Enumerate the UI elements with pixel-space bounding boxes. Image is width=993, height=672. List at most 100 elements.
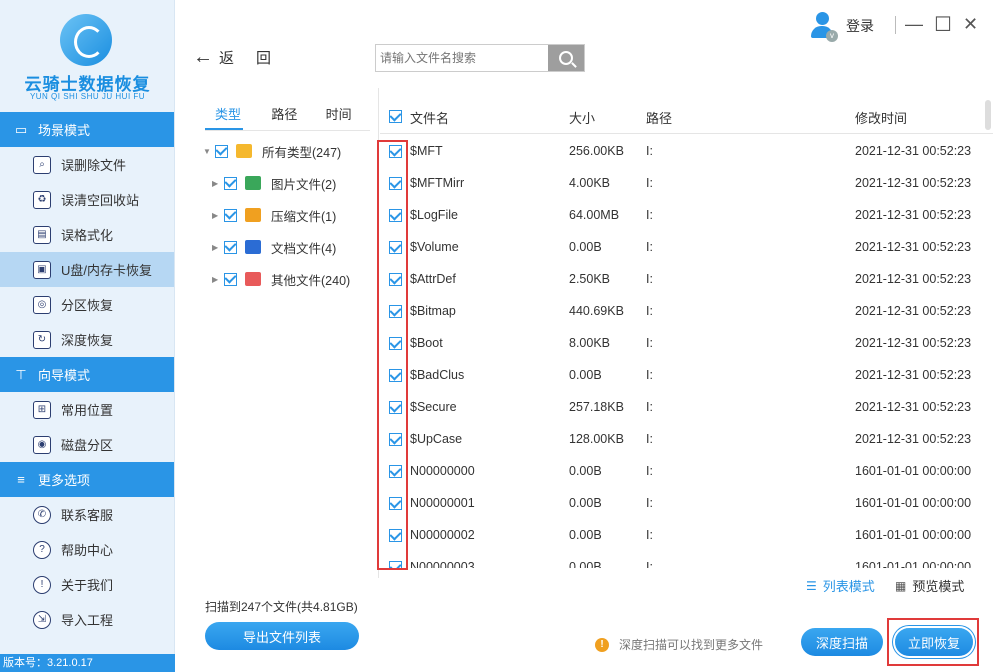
caret-down-icon[interactable]: ▼ xyxy=(203,147,215,156)
file-size: 0.00B xyxy=(569,560,602,568)
sidebar-item-2-2[interactable]: ! 关于我们 xyxy=(0,567,174,602)
deep-scan-tip: ! 深度扫描可以找到更多文件 xyxy=(595,636,763,653)
file-path: I: xyxy=(646,304,653,318)
caret-right-icon[interactable]: ▶ xyxy=(212,243,224,252)
list-icon: ☰ xyxy=(806,578,817,593)
caret-right-icon[interactable]: ▶ xyxy=(212,211,224,220)
deep-scan-button[interactable]: 深度扫描 xyxy=(801,628,883,656)
table-row[interactable]: $Volume 0.00B I: 2021-12-31 00:52:23 xyxy=(380,232,993,264)
col-size[interactable]: 大小 xyxy=(569,108,595,127)
tree-item[interactable]: ▶ 其他文件(240) xyxy=(212,269,350,289)
knight-logo-icon xyxy=(60,14,112,66)
col-mtime[interactable]: 修改时间 xyxy=(855,108,907,127)
table-row[interactable]: $UpCase 128.00KB I: 2021-12-31 00:52:23 xyxy=(380,424,993,456)
tab-type[interactable]: 类型 xyxy=(205,100,244,130)
select-all-checkbox[interactable] xyxy=(389,110,402,123)
back-button[interactable]: ← 返 回 xyxy=(193,46,271,69)
login-button[interactable]: v 登录 xyxy=(810,12,874,42)
file-table-body: $MFT 256.00KB I: 2021-12-31 00:52:23 $MFTMir… xyxy=(380,136,993,568)
sidebar-item-label: 联系客服 xyxy=(61,508,114,523)
scan-summary: 扫描到247个文件(共4.81GB) xyxy=(205,600,358,614)
table-row[interactable]: $AttrDef 2.50KB I: 2021-12-31 00:52:23 xyxy=(380,264,993,296)
version-label: 版本号：3.21.0.17 xyxy=(0,654,175,672)
file-path: I: xyxy=(646,528,653,542)
tree-item[interactable]: ▶ 压缩文件(1) xyxy=(212,205,336,225)
file-path: I: xyxy=(646,464,653,478)
sidebar-item-0-2[interactable]: ▤ 误格式化 xyxy=(0,217,174,252)
tip-text: 深度扫描可以找到更多文件 xyxy=(619,638,764,652)
sidebar-item-0-1[interactable]: ♻ 误清空回收站 xyxy=(0,182,174,217)
tree-checkbox[interactable] xyxy=(224,240,237,254)
tab-path[interactable]: 路径 xyxy=(261,100,315,130)
caret-right-icon[interactable]: ▶ xyxy=(212,275,224,284)
table-row[interactable]: $MFT 256.00KB I: 2021-12-31 00:52:23 xyxy=(380,136,993,168)
sidebar-item-1-1[interactable]: ◉ 磁盘分区 xyxy=(0,427,174,462)
tree-item[interactable]: ▼ 所有类型(247) xyxy=(203,141,341,161)
table-row[interactable]: $LogFile 64.00MB I: 2021-12-31 00:52:23 xyxy=(380,200,993,232)
sidebar-item-2-1[interactable]: ? 帮助中心 xyxy=(0,532,174,567)
table-row[interactable]: $Bitmap 440.69KB I: 2021-12-31 00:52:23 xyxy=(380,296,993,328)
col-path[interactable]: 路径 xyxy=(646,108,672,127)
recover-now-button[interactable]: 立即恢复 xyxy=(895,628,973,656)
file-mtime: 1601-01-01 00:00:00 xyxy=(855,496,972,510)
table-row[interactable]: $MFTMirr 4.00KB I: 2021-12-31 00:52:23 xyxy=(380,168,993,200)
section-header-1: ⊤ 向导模式 xyxy=(0,357,174,392)
sidebar-item-label: U盘/内存卡恢复 xyxy=(61,263,153,278)
sidebar-item-2-0[interactable]: ✆ 联系客服 xyxy=(0,497,174,532)
file-size: 64.00MB xyxy=(569,208,620,222)
file-path: I: xyxy=(646,176,653,190)
minimize-button[interactable]: — xyxy=(905,14,923,35)
preview-mode-button[interactable]: ▦ 预览模式 xyxy=(895,576,964,595)
tree-item[interactable]: ▶ 图片文件(2) xyxy=(212,173,336,193)
search-file-icon: ⌕ xyxy=(33,155,51,174)
warning-icon: ! xyxy=(595,637,609,652)
sidebar-item-2-3[interactable]: ⇲ 导入工程 xyxy=(0,602,174,637)
back-label-1: 返 xyxy=(219,50,235,67)
file-size: 0.00B xyxy=(569,240,602,254)
table-row[interactable]: N00000002 0.00B I: 1601-01-01 00:00:00 xyxy=(380,520,993,552)
file-name: N00000000 xyxy=(410,464,475,478)
sidebar-item-label: 关于我们 xyxy=(61,578,114,593)
sidebar-item-label: 深度恢复 xyxy=(61,333,114,348)
search-button[interactable] xyxy=(548,45,584,71)
sidebar-item-label: 磁盘分区 xyxy=(61,438,114,453)
user-avatar-icon: v xyxy=(810,12,838,42)
tree-checkbox[interactable] xyxy=(215,144,228,158)
sidebar-item-0-5[interactable]: ↻ 深度恢复 xyxy=(0,322,174,357)
file-name: N00000002 xyxy=(410,528,475,542)
tab-time[interactable]: 时间 xyxy=(316,100,370,130)
close-button[interactable]: ✕ xyxy=(963,14,978,35)
tree-item[interactable]: ▶ 文档文件(4) xyxy=(212,237,336,257)
file-mtime: 1601-01-01 00:00:00 xyxy=(855,528,972,542)
search-icon xyxy=(559,51,573,65)
file-mtime: 2021-12-31 00:52:23 xyxy=(855,304,972,318)
caret-right-icon[interactable]: ▶ xyxy=(212,179,224,188)
file-size: 0.00B xyxy=(569,496,602,510)
file-mtime: 2021-12-31 00:52:23 xyxy=(855,208,972,222)
sidebar-item-label: 帮助中心 xyxy=(61,543,114,558)
tree-checkbox[interactable] xyxy=(224,272,237,286)
file-mtime: 2021-12-31 00:52:23 xyxy=(855,240,972,254)
col-name[interactable]: 文件名 xyxy=(410,108,449,127)
sidebar-item-1-0[interactable]: ⊞ 常用位置 xyxy=(0,392,174,427)
sidebar-item-0-3[interactable]: ▣ U盘/内存卡恢复 xyxy=(0,252,174,287)
tree-checkbox[interactable] xyxy=(224,176,237,190)
sidebar-item-0-0[interactable]: ⌕ 误删除文件 xyxy=(0,147,174,182)
list-mode-button[interactable]: ☰ 列表模式 xyxy=(806,576,875,595)
table-scrollbar[interactable] xyxy=(985,100,991,130)
table-row[interactable]: $BadClus 0.00B I: 2021-12-31 00:52:23 xyxy=(380,360,993,392)
export-list-button[interactable]: 导出文件列表 xyxy=(205,622,359,650)
maximize-button[interactable]: ☐ xyxy=(934,12,952,37)
file-size: 257.18KB xyxy=(569,400,624,414)
file-name: $BadClus xyxy=(410,368,465,382)
search-input[interactable] xyxy=(376,45,546,71)
table-row[interactable]: $Secure 257.18KB I: 2021-12-31 00:52:23 xyxy=(380,392,993,424)
table-row[interactable]: N00000001 0.00B I: 1601-01-01 00:00:00 xyxy=(380,488,993,520)
tree-checkbox[interactable] xyxy=(224,208,237,222)
tree-item-label: 图片文件(2) xyxy=(271,177,337,192)
table-row[interactable]: $Boot 8.00KB I: 2021-12-31 00:52:23 xyxy=(380,328,993,360)
tree-item-label: 其他文件(240) xyxy=(271,273,351,288)
table-row[interactable]: N00000003 0.00B I: 1601-01-01 00:00:00 xyxy=(380,552,993,568)
sidebar-item-0-4[interactable]: ◎ 分区恢复 xyxy=(0,287,174,322)
table-row[interactable]: N00000000 0.00B I: 1601-01-01 00:00:00 xyxy=(380,456,993,488)
